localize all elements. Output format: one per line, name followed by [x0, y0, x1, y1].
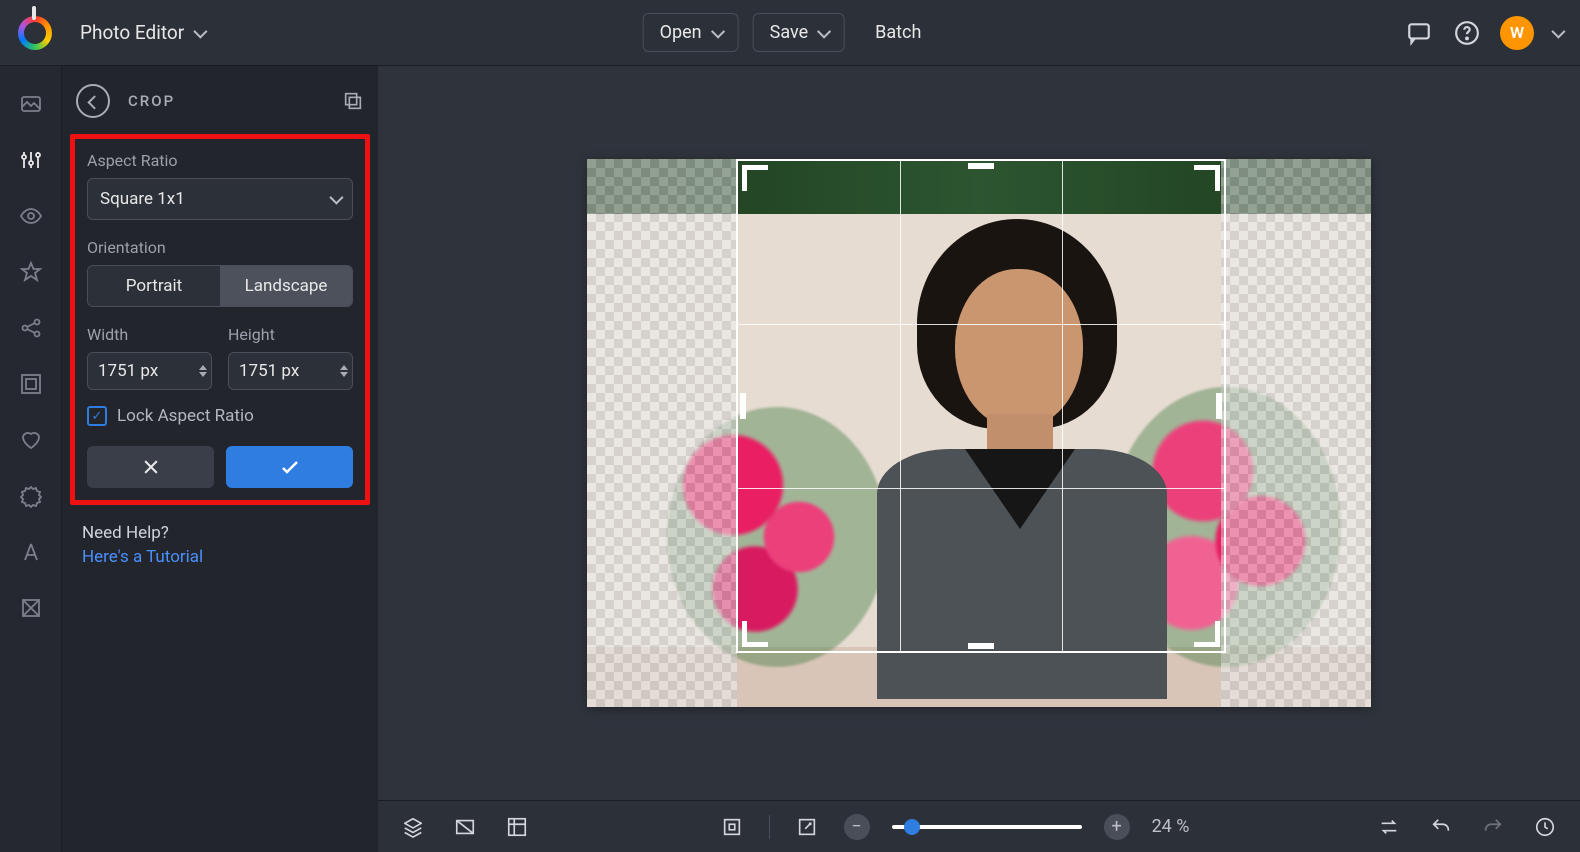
open-button[interactable]: Open [643, 13, 739, 52]
width-input[interactable]: 1751 px [87, 352, 212, 390]
arrow-left-icon [87, 95, 101, 109]
zoom-slider[interactable] [892, 825, 1082, 829]
orientation-landscape[interactable]: Landscape [220, 266, 352, 306]
aspect-ratio-label: Aspect Ratio [87, 151, 353, 170]
app-title-dropdown[interactable]: Photo Editor [66, 13, 218, 52]
help-question: Need Help? [82, 523, 358, 543]
height-value: 1751 px [239, 361, 299, 381]
grid-icon[interactable] [502, 812, 532, 842]
crop-handle-top[interactable] [968, 163, 994, 169]
layers-icon[interactable] [398, 812, 428, 842]
chevron-down-icon [817, 24, 831, 38]
canvas-area: − + 24 % [378, 66, 1580, 852]
help-icon[interactable] [1452, 18, 1482, 48]
image-preview[interactable] [587, 159, 1371, 707]
aspect-ratio-select[interactable]: Square 1x1 [87, 178, 353, 220]
eye-tool-icon[interactable] [17, 202, 45, 230]
crop-handle-br[interactable] [1194, 621, 1220, 647]
nodes-tool-icon[interactable] [17, 314, 45, 342]
avatar[interactable]: W [1500, 16, 1534, 50]
crop-handle-tr[interactable] [1194, 165, 1220, 191]
batch-label: Batch [875, 22, 921, 43]
compare-icon[interactable] [450, 812, 480, 842]
batch-button[interactable]: Batch [859, 13, 937, 52]
divider [769, 815, 770, 839]
transparency-checker-right [1221, 159, 1371, 707]
lock-aspect-label: Lock Aspect Ratio [117, 406, 254, 426]
badge-tool-icon[interactable] [17, 482, 45, 510]
help-tutorial-link[interactable]: Here's a Tutorial [82, 547, 358, 567]
lock-aspect-checkbox[interactable]: ✓ [87, 406, 107, 426]
zoom-out-button[interactable]: − [844, 814, 870, 840]
dimensions-row: Width 1751 px Height 1751 px [87, 325, 353, 390]
orientation-label: Orientation [87, 238, 353, 257]
undo-icon[interactable] [1426, 812, 1456, 842]
chevron-down-icon[interactable] [1551, 24, 1565, 38]
width-label: Width [87, 325, 212, 344]
topbar-right: W [1404, 16, 1562, 50]
action-row [87, 446, 353, 488]
crop-box[interactable] [736, 159, 1226, 653]
save-button[interactable]: Save [753, 13, 846, 52]
app-title: Photo Editor [80, 21, 184, 44]
canvas[interactable] [378, 66, 1580, 800]
sliders-tool-icon[interactable] [17, 146, 45, 174]
heart-tool-icon[interactable] [17, 426, 45, 454]
crop-handle-bottom[interactable] [968, 643, 994, 649]
panel-title: CROP [128, 92, 175, 110]
frame-tool-icon[interactable] [17, 370, 45, 398]
tool-strip [0, 66, 62, 852]
save-label: Save [770, 22, 809, 43]
width-stepper[interactable] [199, 365, 207, 377]
zoom-value: 24 % [1152, 816, 1190, 837]
top-bar: Photo Editor Open Save Batch W [0, 0, 1580, 66]
workspace: CROP Aspect Ratio Square 1x1 Orientation… [0, 66, 1580, 852]
crop-controls-highlight: Aspect Ratio Square 1x1 Orientation Port… [70, 134, 370, 505]
crop-handle-bl[interactable] [742, 621, 768, 647]
close-icon [141, 457, 161, 477]
orientation-portrait[interactable]: Portrait [88, 266, 220, 306]
texture-tool-icon[interactable] [17, 594, 45, 622]
text-tool-icon[interactable] [17, 538, 45, 566]
apply-button[interactable] [226, 446, 353, 488]
redo-icon[interactable] [1478, 812, 1508, 842]
height-stepper[interactable] [340, 365, 348, 377]
image-tool-icon[interactable] [17, 90, 45, 118]
width-value: 1751 px [98, 361, 158, 381]
height-label: Height [228, 325, 353, 344]
topbar-center: Open Save Batch [643, 13, 938, 52]
history-icon[interactable] [1530, 812, 1560, 842]
fit-screen-icon[interactable] [717, 812, 747, 842]
crop-panel: CROP Aspect Ratio Square 1x1 Orientation… [62, 66, 378, 852]
chevron-down-icon [711, 24, 725, 38]
open-label: Open [660, 22, 702, 43]
height-input[interactable]: 1751 px [228, 352, 353, 390]
app-logo-icon [18, 16, 52, 50]
aspect-ratio-value: Square 1x1 [100, 189, 185, 209]
bottom-bar: − + 24 % [378, 800, 1580, 852]
chevron-down-icon [329, 191, 343, 205]
zoom-in-button[interactable]: + [1104, 814, 1130, 840]
help-section: Need Help? Here's a Tutorial [62, 505, 378, 585]
chevron-down-icon [193, 24, 207, 38]
crop-handle-left[interactable] [740, 393, 746, 419]
feedback-icon[interactable] [1404, 18, 1434, 48]
crop-handle-right[interactable] [1216, 393, 1222, 419]
panel-header: CROP [62, 84, 378, 134]
avatar-initial: W [1510, 23, 1524, 42]
star-tool-icon[interactable] [17, 258, 45, 286]
lock-aspect-row: ✓ Lock Aspect Ratio [87, 406, 353, 426]
transparency-checker-left [587, 159, 737, 707]
back-button[interactable] [76, 84, 110, 118]
actual-size-icon[interactable] [792, 812, 822, 842]
orientation-toggle: Portrait Landscape [87, 265, 353, 307]
zoom-slider-thumb[interactable] [904, 819, 920, 835]
cancel-button[interactable] [87, 446, 214, 488]
check-icon [278, 455, 302, 479]
crop-handle-tl[interactable] [742, 165, 768, 191]
swap-icon[interactable] [1374, 812, 1404, 842]
copy-settings-icon[interactable] [342, 90, 364, 112]
